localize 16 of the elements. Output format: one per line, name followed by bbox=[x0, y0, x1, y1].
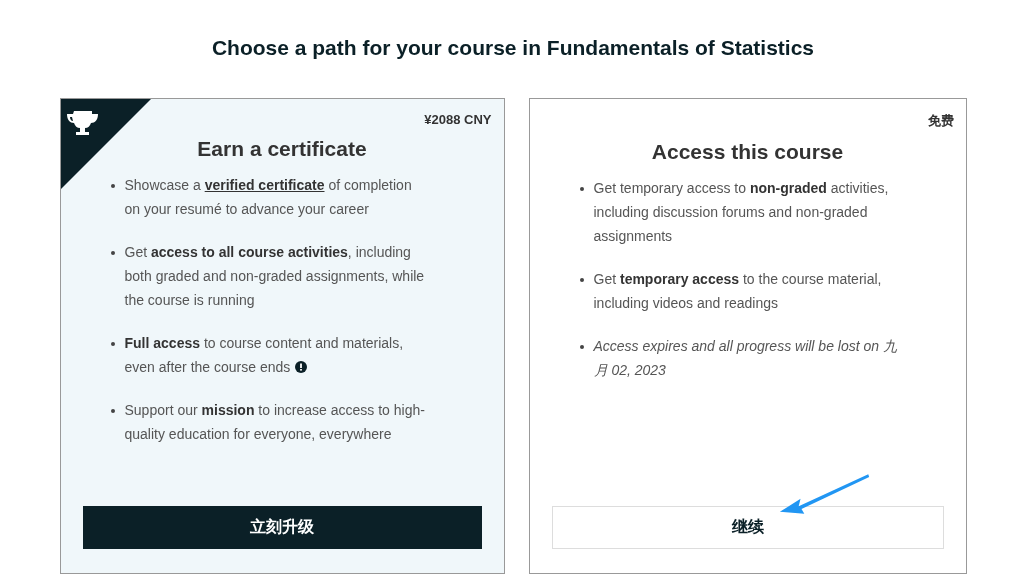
page-heading: Choose a path for your course in Fundamentals of Statistics bbox=[211, 35, 815, 61]
benefit-text: Get access to all course activities, including both graded and non-graded assignments, while the course is running bbox=[124, 243, 426, 310]
benefit-text: Get temporary access to non-graded activities, including discussion forums and non-graded assignments bbox=[593, 179, 890, 246]
benefit-text: Get temporary access to the course material, including videos and readings bbox=[593, 270, 883, 313]
benefit-text: Showcase a verified certificate of completion on your resumé to advance your career bbox=[124, 176, 413, 219]
certificate-link[interactable]: verified certificate bbox=[204, 177, 325, 193]
benefit-text: Access expires and all progress will be lost on 九月 02, 2023 bbox=[593, 337, 898, 380]
upgrade-button[interactable]: 立刻升级 bbox=[82, 506, 482, 549]
card-title: Earn a certificate bbox=[196, 137, 368, 161]
price-label: 免费 bbox=[927, 112, 954, 130]
card-title: Access this course bbox=[650, 140, 845, 164]
continue-button[interactable]: 继续 bbox=[551, 506, 944, 549]
info-icon[interactable] bbox=[295, 361, 308, 373]
benefit-text: Support our mission to increase access to high-quality education for everyone, everywhere bbox=[124, 401, 426, 444]
benefit-text: Full access to course content and materials, even after the course ends bbox=[124, 334, 405, 377]
price-label: ¥2088 CNY bbox=[424, 112, 492, 127]
